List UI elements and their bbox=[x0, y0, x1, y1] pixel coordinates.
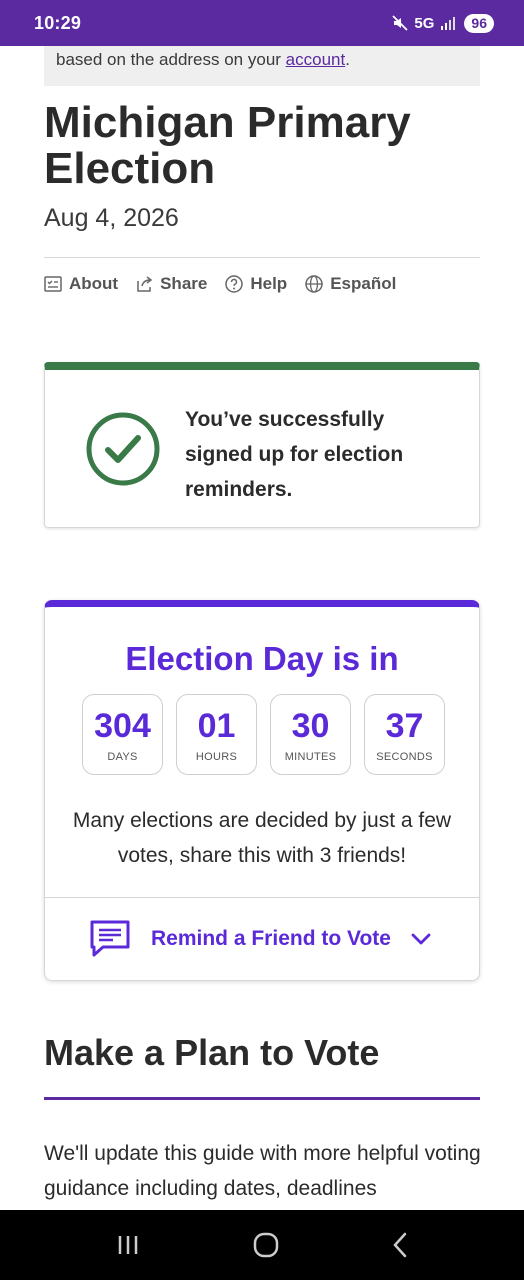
recents-icon[interactable] bbox=[116, 1234, 140, 1256]
timer-days: 304 DAYS bbox=[82, 694, 163, 775]
countdown-card: Election Day is in 304 DAYS 01 HOURS 30 … bbox=[44, 600, 480, 981]
about-link[interactable]: About bbox=[44, 274, 118, 294]
timer-label: DAYS bbox=[107, 751, 138, 763]
about-label: About bbox=[69, 274, 119, 293]
checkmark-circle-icon bbox=[86, 412, 160, 491]
language-label: Español bbox=[330, 274, 397, 293]
election-date: Aug 4, 2026 bbox=[44, 204, 179, 232]
message-icon bbox=[89, 919, 131, 959]
account-link[interactable]: account bbox=[286, 50, 346, 69]
card-divider bbox=[45, 897, 479, 898]
title-divider bbox=[44, 257, 480, 258]
share-icon bbox=[136, 276, 153, 292]
countdown-heading: Election Day is in bbox=[125, 640, 399, 677]
reminder-message: You’ve successfully signed up for electi… bbox=[185, 408, 404, 501]
chevron-down-icon bbox=[411, 932, 431, 946]
mute-icon bbox=[392, 15, 409, 31]
timer-value: 304 bbox=[94, 707, 151, 745]
system-nav-bar bbox=[0, 1210, 524, 1280]
home-icon[interactable] bbox=[253, 1232, 279, 1258]
timer-label: MINUTES bbox=[284, 751, 337, 763]
notice-text: based on the address on your bbox=[56, 50, 286, 69]
page-title: Michigan Primary Election bbox=[44, 98, 411, 193]
share-label: Share bbox=[160, 274, 208, 293]
timer-label: HOURS bbox=[195, 751, 238, 763]
help-link[interactable]: Help bbox=[225, 274, 287, 294]
share-link[interactable]: Share bbox=[136, 274, 207, 294]
timer-value: 01 bbox=[197, 707, 236, 745]
remind-friend-button[interactable]: Remind a Friend to Vote bbox=[89, 917, 449, 961]
reminder-confirmation-card: You’ve successfully signed up for electi… bbox=[44, 362, 480, 528]
status-time: 10:29 bbox=[34, 12, 82, 33]
timer-value: 37 bbox=[385, 707, 424, 745]
help-icon bbox=[225, 275, 244, 293]
globe-icon bbox=[305, 275, 323, 293]
battery-indicator: 96 bbox=[464, 13, 494, 33]
remind-friend-label: Remind a Friend to Vote bbox=[151, 927, 391, 950]
timer-seconds: 37 SECONDS bbox=[364, 694, 445, 775]
timer-hours: 01 HOURS bbox=[176, 694, 257, 775]
back-icon[interactable] bbox=[392, 1232, 408, 1258]
status-icons: 5G 96 bbox=[392, 13, 494, 33]
notice-suffix: . bbox=[345, 50, 350, 69]
status-bar: 10:29 5G 96 bbox=[0, 0, 524, 46]
plan-section-body: We'll update this guide with more helpfu… bbox=[44, 1142, 481, 1200]
plan-section-title: Make a Plan to Vote bbox=[44, 1032, 380, 1073]
guide-links: About Share Help Español bbox=[44, 270, 396, 298]
help-label: Help bbox=[250, 274, 288, 293]
plan-section-divider bbox=[44, 1097, 480, 1100]
timer-value: 30 bbox=[291, 707, 330, 745]
timer-label: SECONDS bbox=[376, 751, 433, 763]
share-message: Many elections are decided by just a few… bbox=[72, 809, 452, 867]
about-icon bbox=[44, 276, 62, 292]
language-link[interactable]: Español bbox=[305, 274, 396, 294]
signal-icon bbox=[440, 16, 458, 30]
timer-minutes: 30 MINUTES bbox=[270, 694, 351, 775]
countdown-timer: 304 DAYS 01 HOURS 30 MINUTES 37 SECONDS bbox=[82, 694, 445, 775]
address-notice: based on the address on your account. bbox=[44, 46, 480, 86]
network-label: 5G bbox=[414, 14, 435, 32]
